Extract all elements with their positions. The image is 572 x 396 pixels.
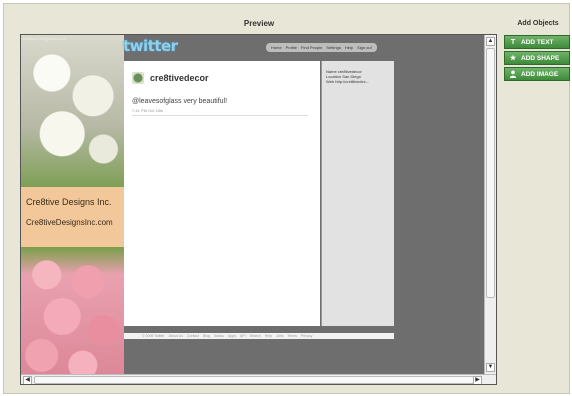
person-icon: [509, 70, 517, 78]
profile-name: cre8tivedecor: [150, 73, 209, 83]
nav-home[interactable]: Home: [271, 44, 282, 51]
nav-settings[interactable]: Settings: [326, 44, 340, 51]
twitter-nav: Home Profile Find People Settings Help S…: [266, 43, 377, 52]
scroll-down-arrow-icon[interactable]: ▼: [486, 363, 495, 372]
footer-link[interactable]: Search: [250, 333, 261, 339]
scroll-right-arrow-icon[interactable]: ▶: [473, 376, 482, 384]
horizontal-scrollbar[interactable]: ◀ ▶: [21, 374, 496, 384]
profile-sidebar: Name cre8tivedecor Location San Diego We…: [321, 61, 394, 326]
footer-link[interactable]: Privacy: [301, 333, 312, 339]
add-image-label: ADD IMAGE: [521, 70, 559, 78]
tweet-meta: 7:41 PM Oct 18th: [132, 108, 164, 113]
star-icon: ★: [509, 55, 517, 62]
nav-find-people[interactable]: Find People: [301, 44, 322, 51]
main-content-panel: cre8tivedecor @leavesofglass very beauti…: [124, 61, 320, 326]
nav-profile[interactable]: Profile: [286, 44, 297, 51]
add-text-button[interactable]: T ADD TEXT: [504, 35, 570, 49]
footer-link[interactable]: Contact: [187, 333, 199, 339]
scroll-left-arrow-icon[interactable]: ◀: [23, 376, 32, 384]
footer-link[interactable]: Apps: [228, 333, 236, 339]
twitter-logo: twitter: [123, 37, 178, 55]
theme-top-caption: cre8tive.DesignsInc.com: [23, 36, 67, 41]
footer-link[interactable]: Blog: [203, 333, 210, 339]
background-image-white-roses: cre8tive.DesignsInc.com: [21, 35, 124, 187]
footer-link[interactable]: About Us: [169, 333, 183, 339]
scroll-up-arrow-icon[interactable]: ▲: [486, 37, 495, 46]
twitter-footer: © 2009 Twitter About Us Contact Blog Sta…: [124, 333, 394, 339]
tweet-text: @leavesofglass very beautiful!: [132, 98, 228, 105]
preview-title: Preview: [243, 19, 275, 28]
background-image-pink-roses: [21, 247, 124, 384]
avatar: [132, 72, 144, 84]
nav-help[interactable]: Help: [345, 44, 353, 51]
theme-banner: Cre8tive Designs Inc. Cre8tiveDesignsInc…: [21, 187, 124, 247]
footer-link[interactable]: Jobs: [276, 333, 283, 339]
footer-link[interactable]: API: [240, 333, 246, 339]
footer-link[interactable]: Status: [214, 333, 224, 339]
divider: [132, 115, 308, 116]
sidebar-web[interactable]: Web http://cre8tivedec...: [323, 79, 369, 84]
vertical-scroll-thumb[interactable]: [486, 48, 495, 298]
preview-window: cre8tive.DesignsInc.com Cre8tive Designs…: [20, 34, 497, 385]
banner-title: Cre8tive Designs Inc.: [26, 197, 112, 207]
add-shape-button[interactable]: ★ ADD SHAPE: [504, 51, 570, 65]
add-image-button[interactable]: ADD IMAGE: [504, 67, 570, 81]
add-shape-label: ADD SHAPE: [521, 54, 560, 62]
banner-url: Cre8tiveDesignsInc.com: [26, 218, 113, 227]
horizontal-scroll-thumb[interactable]: [34, 376, 474, 384]
footer-copyright: © 2009 Twitter: [142, 334, 165, 338]
add-objects-title: Add Objects: [517, 20, 559, 27]
add-text-label: ADD TEXT: [521, 38, 554, 46]
footer-link[interactable]: Terms: [287, 333, 297, 339]
vertical-scrollbar[interactable]: ▲ ▼: [484, 35, 496, 374]
text-icon: T: [510, 38, 516, 46]
nav-sign-out[interactable]: Sign out: [357, 44, 372, 51]
footer-link[interactable]: Help: [265, 333, 272, 339]
